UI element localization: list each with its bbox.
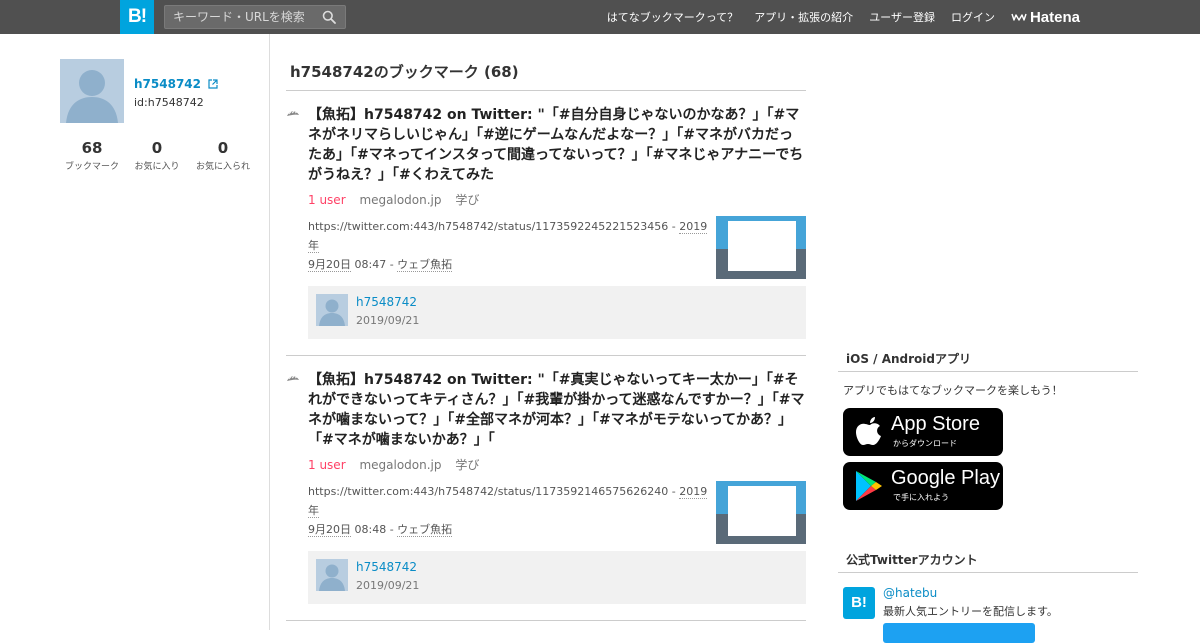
- search-icon[interactable]: [322, 10, 336, 24]
- hatebu-twitter-logo[interactable]: B!: [843, 587, 875, 619]
- google-play-icon: [856, 471, 882, 501]
- twitter-heading: 公式Twitterアカウント: [838, 551, 1138, 573]
- entry-domain-link[interactable]: megalodon.jp: [359, 193, 441, 207]
- external-link-icon: [208, 79, 218, 89]
- apps-description: アプリでもはてなブックマークを楽しもう！: [843, 384, 1063, 397]
- entry-time: 08:48 -: [351, 523, 398, 536]
- entry-date-day: 9月20日: [308, 258, 351, 272]
- apps-heading: iOS / Androidアプリ: [838, 350, 1138, 372]
- fish-favicon-icon: [287, 376, 299, 381]
- header-nav: はてなブックマークって？ アプリ・拡張の紹介 ユーザー登録 ログイン Haten…: [591, 0, 1200, 34]
- hatena-menu[interactable]: Hatena: [1011, 9, 1080, 26]
- thumbnail-tweet-card: [728, 221, 796, 271]
- stat-favorited-by[interactable]: 0 お気に入られ: [190, 139, 256, 172]
- commenter-username-link[interactable]: h7548742: [356, 560, 417, 574]
- entry-description: https://twitter.com:443/h7548742/status/…: [308, 217, 710, 274]
- entry-description: https://twitter.com:443/h7548742/status/…: [308, 482, 710, 539]
- search-input[interactable]: [165, 6, 315, 28]
- bookmark-entry: 【魚拓】h7548742 on Twitter: "「#真実じゃないってキー太か…: [286, 356, 806, 621]
- profile-stats: 68 ブックマーク 0 お気に入り 0 お気に入られ: [60, 139, 256, 172]
- apps-section: iOS / Androidアプリ アプリでもはてなブックマークを楽しもう！ Ap…: [838, 350, 1138, 510]
- bookmark-list: h7548742のブックマーク (68) 【魚拓】h7548742 on Twi…: [286, 34, 806, 621]
- google-play-sublabel: で手に入れよう: [893, 493, 949, 502]
- user-avatar[interactable]: [60, 59, 124, 123]
- commenter-avatar[interactable]: [316, 294, 348, 326]
- entry-date-day: 9月20日: [308, 523, 351, 537]
- profile-id: id:h7548742: [134, 96, 204, 109]
- profile-sidebar: h7548742 id:h7548742 68 ブックマーク 0 お気に入り 0…: [0, 34, 270, 630]
- entry-users-link[interactable]: 1 user: [308, 458, 346, 472]
- commenter-username-link[interactable]: h7548742: [356, 295, 417, 309]
- bookmark-entry: 【魚拓】h7548742 on Twitter: "「#自分自身じゃないのかなあ…: [286, 91, 806, 356]
- app-store-label: App Store: [891, 413, 980, 435]
- entry-users-link[interactable]: 1 user: [308, 193, 346, 207]
- stat-count: 68: [81, 139, 103, 157]
- hatena-icon: [1011, 13, 1027, 21]
- stat-favorites[interactable]: 0 お気に入り: [124, 139, 190, 172]
- entry-separator: -: [668, 220, 680, 233]
- stat-count: 0: [217, 139, 229, 157]
- google-play-label: Google Play: [891, 467, 1000, 489]
- twitter-handle-link[interactable]: @hatebu: [883, 586, 937, 600]
- default-user-icon: [319, 564, 345, 591]
- comment-date: 2019/09/21: [356, 579, 420, 592]
- entry-tag-link[interactable]: 学び: [455, 193, 479, 207]
- nav-about-link[interactable]: はてなブックマークって？: [607, 9, 738, 25]
- entry-time: 08:47 -: [351, 258, 398, 271]
- hatena-label: Hatena: [1029, 8, 1080, 26]
- thumbnail-tweet-card: [728, 486, 796, 536]
- profile-username: h7548742: [134, 77, 201, 91]
- entry-url: https://twitter.com:443/h7548742/status/…: [308, 485, 669, 498]
- app-store-sublabel: からダウンロード: [893, 439, 957, 448]
- page-title: h7548742のブックマーク (68): [290, 63, 519, 81]
- search-box: [164, 5, 346, 29]
- entry-domain-link[interactable]: megalodon.jp: [359, 458, 441, 472]
- app-store-button[interactable]: App Store からダウンロード: [843, 408, 1003, 456]
- entry-category-link[interactable]: ウェブ魚拓: [397, 523, 453, 537]
- entry-title-link[interactable]: 【魚拓】h7548742 on Twitter: "「#自分自身じゃないのかなあ…: [308, 105, 806, 185]
- entry-meta: 1 user megalodon.jp 学び: [308, 456, 479, 473]
- entry-tag-link[interactable]: 学び: [455, 458, 479, 472]
- default-user-icon: [319, 299, 345, 326]
- twitter-description: 最新人気エントリーを配信します。: [883, 605, 1058, 618]
- twitter-section: 公式Twitterアカウント B! @hatebu 最新人気エントリーを配信しま…: [838, 551, 1138, 643]
- entry-title-link[interactable]: 【魚拓】h7548742 on Twitter: "「#真実じゃないってキー太か…: [308, 370, 806, 450]
- stat-label: お気に入られ: [195, 162, 250, 172]
- hatena-bookmark-logo[interactable]: B!: [120, 0, 154, 34]
- nav-apps-link[interactable]: アプリ・拡張の紹介: [754, 9, 853, 25]
- stat-label: お気に入り: [134, 162, 180, 172]
- entry-category-link[interactable]: ウェブ魚拓: [397, 258, 453, 272]
- apple-icon: [856, 417, 881, 445]
- nav-login-link[interactable]: ログイン: [951, 9, 995, 25]
- bookmark-comment: h7548742 2019/09/21: [308, 286, 806, 339]
- default-user-icon: [66, 70, 118, 123]
- top-navigation-bar: B! はてなブックマークって？ アプリ・拡張の紹介 ユーザー登録 ログイン Ha…: [0, 0, 1200, 34]
- entry-thumbnail[interactable]: [716, 481, 806, 544]
- entry-separator: -: [668, 485, 680, 498]
- entry-thumbnail[interactable]: [716, 216, 806, 279]
- bookmark-comment: h7548742 2019/09/21: [308, 551, 806, 604]
- entry-url: https://twitter.com:443/h7548742/status/…: [308, 220, 669, 233]
- nav-register-link[interactable]: ユーザー登録: [869, 9, 935, 25]
- fish-favicon-icon: [287, 111, 299, 116]
- profile-username-link[interactable]: h7548742: [134, 77, 218, 91]
- twitter-follow-button[interactable]: [883, 623, 1035, 643]
- commenter-avatar[interactable]: [316, 559, 348, 591]
- google-play-button[interactable]: Google Play で手に入れよう: [843, 462, 1003, 510]
- stat-count: 0: [151, 139, 163, 157]
- stat-bookmarks[interactable]: 68 ブックマーク: [60, 139, 124, 172]
- stat-label: ブックマーク: [64, 162, 119, 172]
- comment-date: 2019/09/21: [356, 314, 420, 327]
- entry-meta: 1 user megalodon.jp 学び: [308, 191, 479, 208]
